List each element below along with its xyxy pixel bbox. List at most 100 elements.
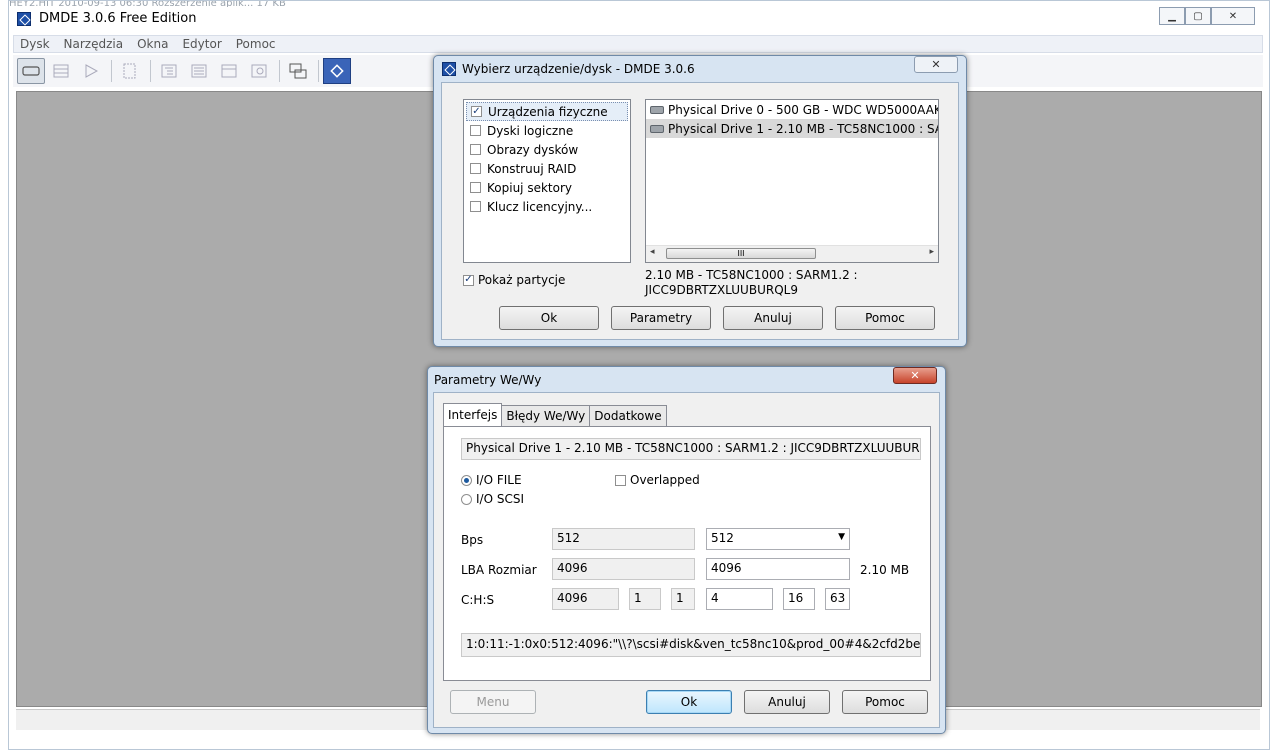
checkbox-icon[interactable]: ✓ (463, 274, 474, 286)
ok-button[interactable]: Ok (499, 306, 599, 330)
scroll-left-icon[interactable]: ◂ (650, 247, 655, 257)
show-partitions-label: Pokaż partycje (478, 273, 566, 287)
bps-current-field: 512 (552, 528, 695, 550)
checkbox-icon[interactable] (470, 144, 481, 155)
toolbar-separator (279, 60, 280, 82)
new-file-icon[interactable] (116, 58, 144, 84)
radio-icon[interactable] (461, 493, 472, 505)
help-button[interactable]: Pomoc (842, 690, 928, 714)
device-path-field[interactable]: 1:0:11:-1:0x0:512:4096:"\\?\scsi#disk&ve… (461, 633, 921, 657)
checkbox-icon[interactable]: ✓ (471, 106, 482, 117)
category-item-license[interactable]: Klucz licencyjny... (466, 197, 628, 216)
bps-select[interactable]: 512 ▼ (706, 528, 850, 550)
category-item-raid[interactable]: Konstruuj RAID (466, 159, 628, 178)
device-info-line1: 2.10 MB - TC58NC1000 : SARM1.2 : (645, 268, 858, 282)
tab-additional[interactable]: Dodatkowe (589, 405, 667, 426)
tab-panel-interface: Physical Drive 1 - 2.10 MB - TC58NC1000 … (443, 426, 931, 681)
category-label: Konstruuj RAID (487, 161, 577, 176)
checkbox-icon[interactable] (615, 474, 626, 486)
category-item-copy-sectors[interactable]: Kopiuj sektory (466, 178, 628, 197)
select-device-dialog: Wybierz urządzenie/dysk - DMDE 3.0.6 ✕ ✓… (433, 55, 967, 347)
io-scsi-option[interactable]: I/O SCSI (461, 492, 524, 506)
dmde-logo-icon[interactable] (323, 58, 351, 84)
hard-drive-icon (650, 124, 664, 133)
device-label: Physical Drive 1 - 2.10 MB - TC58NC1000 … (668, 121, 938, 136)
search-icon[interactable] (245, 58, 273, 84)
category-label: Urządzenia fizyczne (488, 104, 608, 119)
chs-s-current-field: 1 (671, 588, 695, 610)
columns-icon[interactable] (215, 58, 243, 84)
minimize-button[interactable]: ▁ (1159, 7, 1185, 25)
close-button[interactable]: ✕ (893, 367, 937, 384)
horizontal-scrollbar[interactable]: ◂ III ▸ (646, 245, 938, 262)
tab-io-errors[interactable]: Błędy We/Wy (501, 405, 591, 426)
menu-okna[interactable]: Okna (137, 37, 168, 51)
chs-h-current-field: 1 (629, 588, 661, 610)
menu-edytor[interactable]: Edytor (182, 37, 221, 51)
device-item[interactable]: Physical Drive 0 - 500 GB - WDC WD5000AA… (646, 100, 938, 119)
io-parameters-dialog: Parametry We/Wy ✕ Interfejs Błędy We/Wy … (427, 366, 946, 734)
chs-c-input[interactable]: 4 (706, 588, 773, 610)
dmde-app-icon (17, 12, 31, 26)
overlapped-label: Overlapped (630, 473, 700, 487)
device-list[interactable]: Physical Drive 0 - 500 GB - WDC WD5000AA… (645, 99, 939, 263)
chevron-down-icon[interactable]: ▼ (838, 532, 845, 542)
window-controls: ▁ ▢ ✕ (1159, 7, 1255, 25)
chs-label: C:H:S (461, 593, 495, 607)
tab-interface[interactable]: Interfejs (443, 403, 503, 426)
parameters-button[interactable]: Parametry (611, 306, 711, 330)
overlapped-option[interactable]: Overlapped (615, 473, 700, 487)
ok-button[interactable]: Ok (646, 690, 732, 714)
category-item-logical[interactable]: Dyski logiczne (466, 121, 628, 140)
category-label: Dyski logiczne (487, 123, 574, 138)
lba-size-input[interactable]: 4096 (706, 558, 850, 580)
device-info-line2: JICC9DBRTZXLUUBURQL9 (645, 283, 798, 297)
checkbox-icon[interactable] (470, 182, 481, 193)
chs-h-input[interactable]: 16 (783, 588, 815, 610)
list-icon[interactable] (185, 58, 213, 84)
toolbar-separator (150, 60, 151, 82)
main-titlebar: DMDE 3.0.6 Free Edition ▁ ▢ ✕ (9, 7, 1269, 33)
menu-button[interactable]: Menu (450, 690, 536, 714)
tab-strip: Interfejs Błędy We/Wy Dodatkowe (443, 403, 667, 426)
scroll-right-icon[interactable]: ▸ (929, 247, 934, 257)
lba-size-readout: 2.10 MB (860, 563, 910, 577)
close-button[interactable]: ✕ (914, 56, 958, 73)
close-button[interactable]: ✕ (1211, 7, 1255, 25)
tree-icon[interactable] (155, 58, 183, 84)
chs-s-input[interactable]: 63 (825, 588, 850, 610)
show-partitions-option[interactable]: ✓ Pokaż partycje (463, 273, 565, 287)
scroll-thumb[interactable]: III (666, 248, 816, 259)
partitions-icon[interactable] (47, 58, 75, 84)
menu-pomoc[interactable]: Pomoc (236, 37, 276, 51)
category-label: Kopiuj sektory (487, 180, 572, 195)
menu-narzedzia[interactable]: Narzędzia (64, 37, 124, 51)
device-name-field: Physical Drive 1 - 2.10 MB - TC58NC1000 … (461, 438, 921, 460)
device-item[interactable]: Physical Drive 1 - 2.10 MB - TC58NC1000 … (646, 119, 938, 138)
dialog-title: Parametry We/Wy (434, 373, 542, 387)
dialog-body: Interfejs Błędy We/Wy Dodatkowe Physical… (433, 392, 940, 728)
bps-select-value: 512 (711, 531, 734, 545)
maximize-button[interactable]: ▢ (1185, 7, 1211, 25)
lba-current-field: 4096 (552, 558, 695, 580)
category-list[interactable]: ✓ Urządzenia fizyczne Dyski logiczne Obr… (463, 99, 631, 263)
category-label: Obrazy dysków (487, 142, 579, 157)
category-item-images[interactable]: Obrazy dysków (466, 140, 628, 159)
disk-icon[interactable] (17, 58, 45, 84)
checkbox-icon[interactable] (470, 201, 481, 212)
io-scsi-label: I/O SCSI (476, 492, 524, 506)
cancel-button[interactable]: Anuluj (744, 690, 830, 714)
io-file-option[interactable]: I/O FILE (461, 473, 522, 487)
toolbar-separator (111, 60, 112, 82)
copy-icon[interactable] (284, 58, 312, 84)
checkbox-icon[interactable] (470, 163, 481, 174)
play-icon[interactable] (77, 58, 105, 84)
toolbar-separator (318, 60, 319, 82)
menu-dysk[interactable]: Dysk (20, 37, 50, 51)
dialog-title: Wybierz urządzenie/dysk - DMDE 3.0.6 (462, 62, 695, 76)
checkbox-icon[interactable] (470, 125, 481, 136)
help-button[interactable]: Pomoc (835, 306, 935, 330)
radio-icon[interactable] (461, 474, 472, 486)
cancel-button[interactable]: Anuluj (723, 306, 823, 330)
category-item-physical[interactable]: ✓ Urządzenia fizyczne (466, 102, 628, 121)
